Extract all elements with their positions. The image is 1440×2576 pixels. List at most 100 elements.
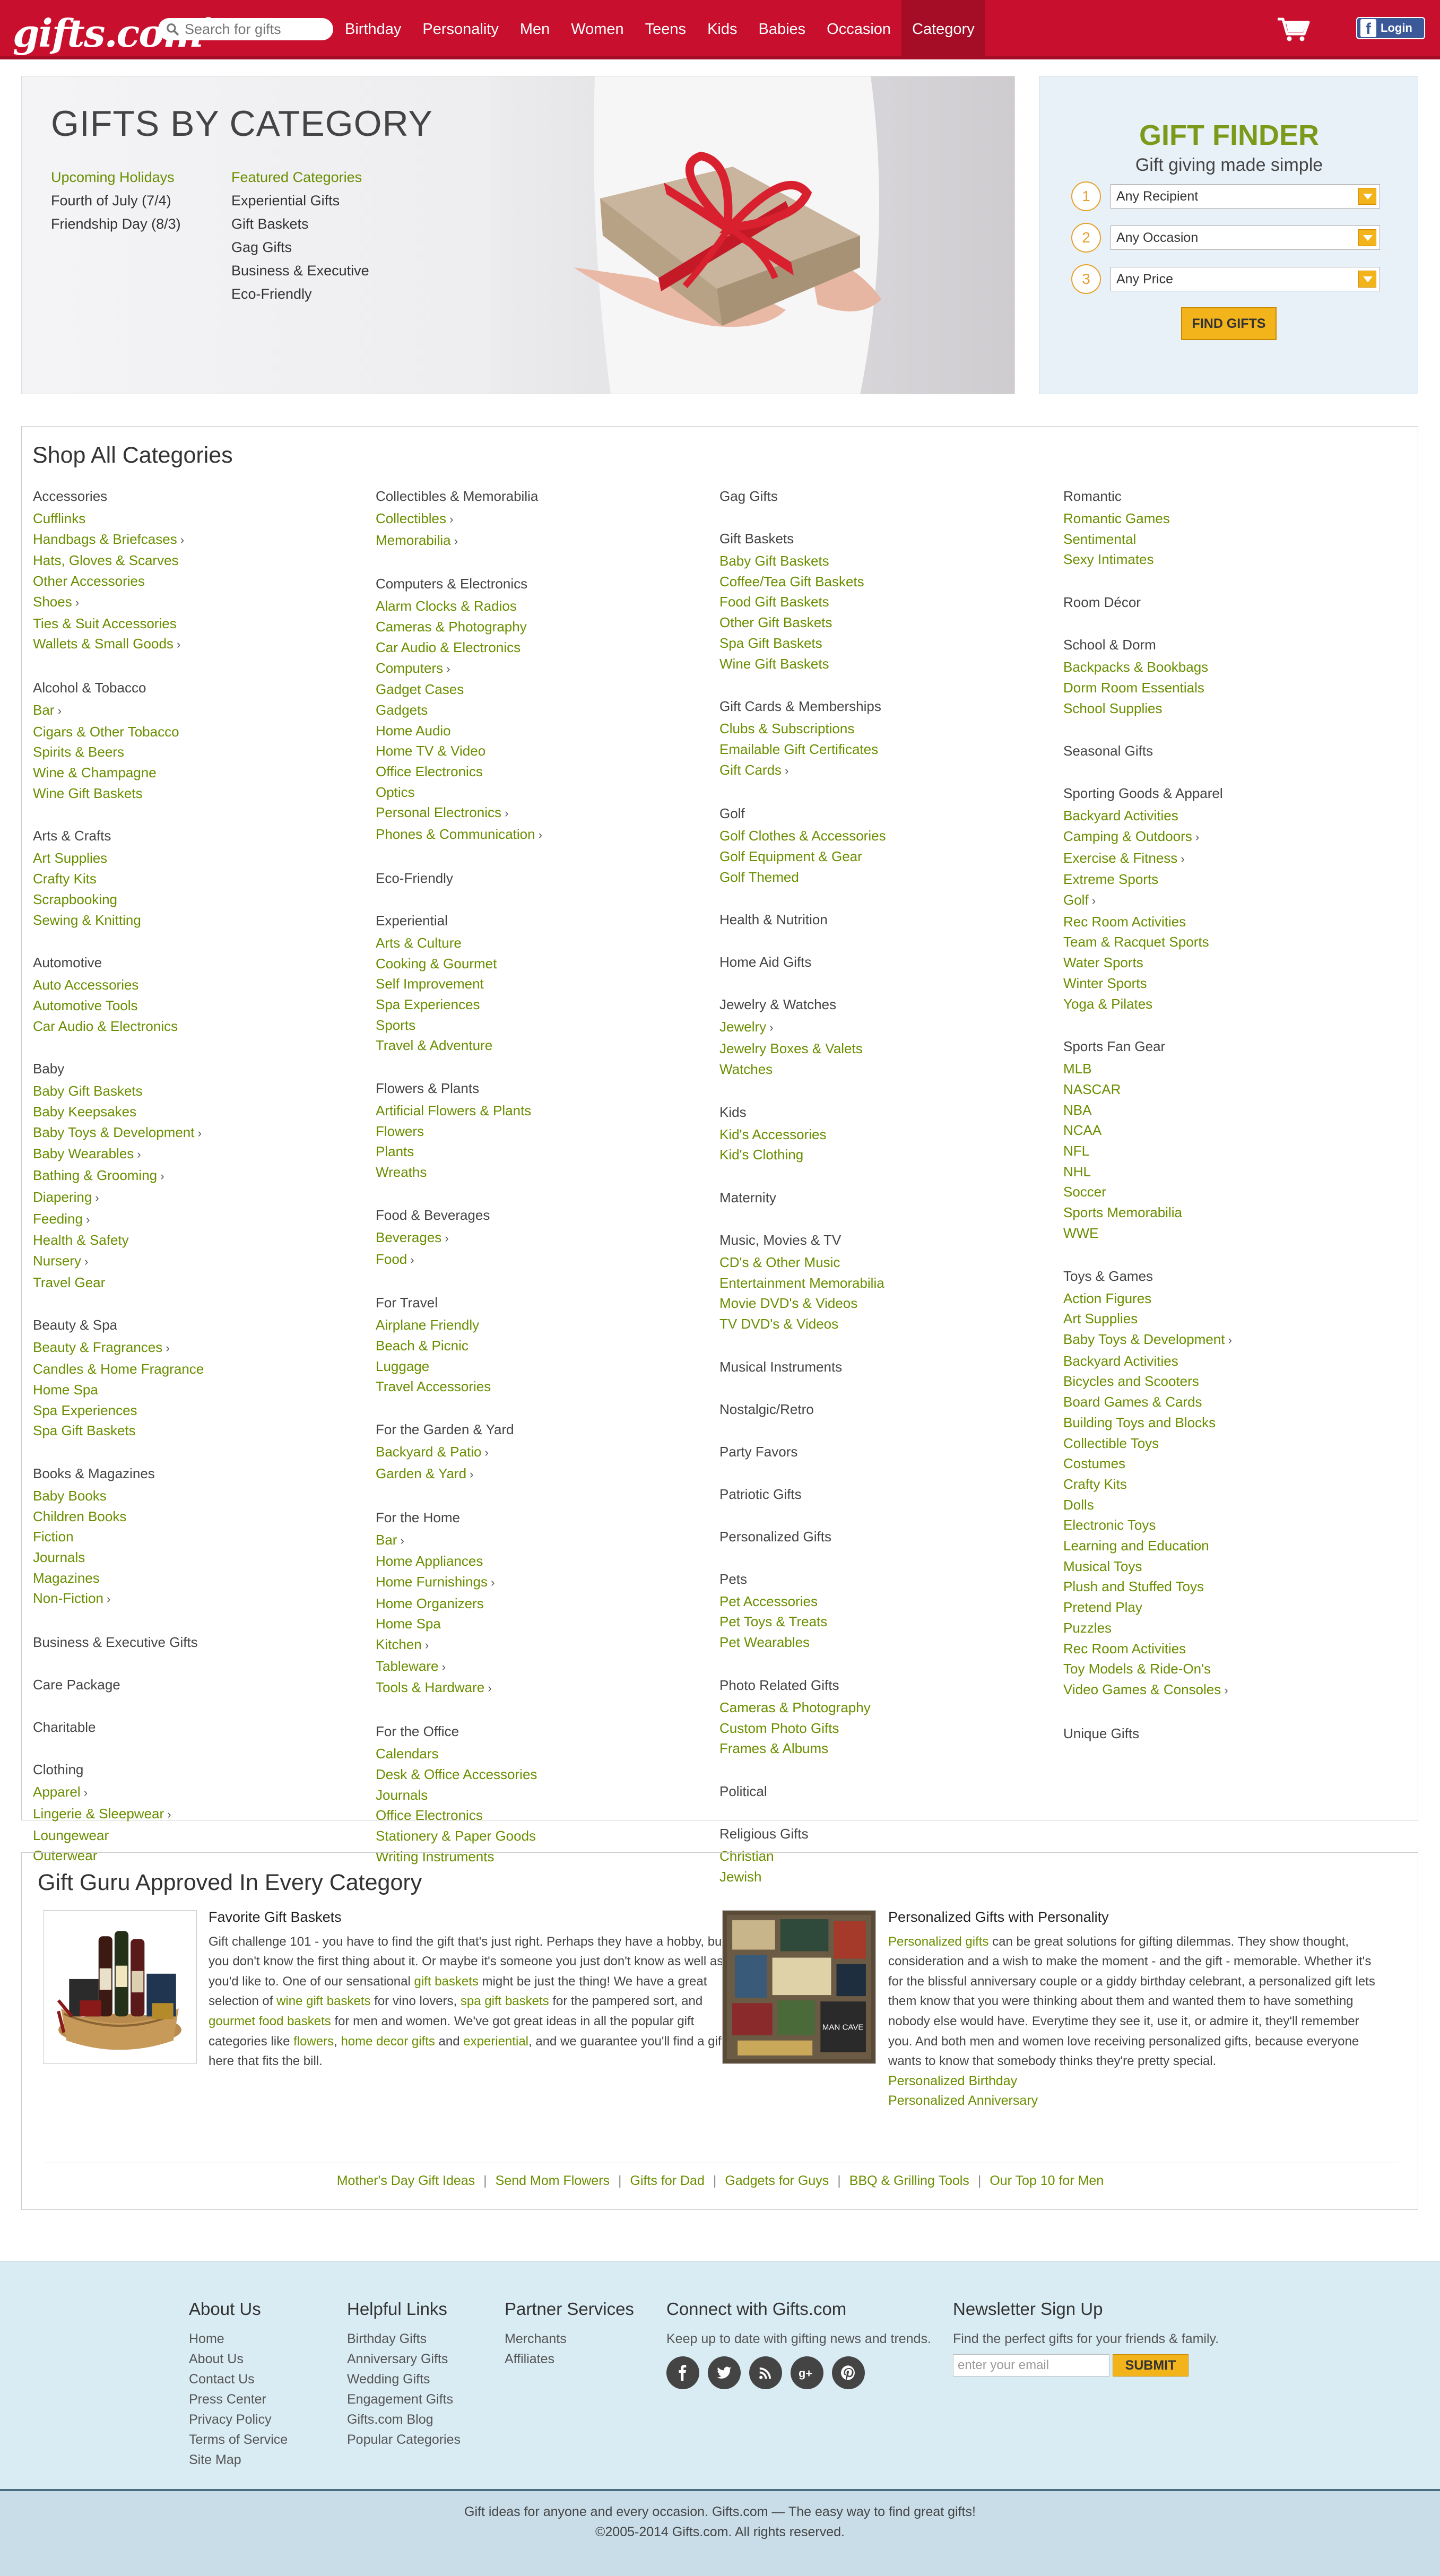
category-link[interactable]: Golf Clothes & Accessories: [719, 826, 1059, 846]
category-link[interactable]: Pet Wearables: [719, 1632, 1059, 1653]
personalized-gifts-image[interactable]: MAN CAVE: [722, 1910, 876, 2064]
category-heading[interactable]: Business & Executive Gifts: [33, 1632, 372, 1652]
category-link[interactable]: Sewing & Knitting: [33, 910, 372, 931]
category-link[interactable]: Home Furnishings ›: [376, 1572, 715, 1593]
category-link[interactable]: Art Supplies: [33, 848, 372, 869]
category-link[interactable]: NASCAR: [1063, 1079, 1403, 1100]
category-link[interactable]: Auto Accessories: [33, 975, 372, 995]
category-link[interactable]: Food ›: [376, 1249, 715, 1271]
category-link[interactable]: Coffee/Tea Gift Baskets: [719, 571, 1059, 592]
category-link[interactable]: Bar ›: [33, 700, 372, 722]
category-link[interactable]: Plants: [376, 1141, 715, 1162]
holiday-link[interactable]: Friendship Day (8/3): [51, 212, 181, 236]
category-link[interactable]: Luggage: [376, 1356, 715, 1377]
category-link[interactable]: Learning and Education: [1063, 1536, 1403, 1556]
promo-link[interactable]: Mother's Day Gift Ideas: [337, 2173, 475, 2188]
category-link[interactable]: Spa Gift Baskets: [719, 633, 1059, 654]
category-link[interactable]: Soccer: [1063, 1182, 1403, 1202]
wine-gift-baskets-link[interactable]: wine gift baskets: [276, 1994, 370, 2008]
category-link[interactable]: Memorabilia ›: [376, 530, 715, 552]
category-heading[interactable]: Photo Related Gifts: [719, 1675, 1059, 1695]
upcoming-holidays-heading[interactable]: Upcoming Holidays: [51, 166, 181, 189]
category-link[interactable]: Backpacks & Bookbags: [1063, 657, 1403, 678]
category-link[interactable]: Water Sports: [1063, 952, 1403, 973]
category-link[interactable]: Collectible Toys: [1063, 1433, 1403, 1454]
category-link[interactable]: Baby Books: [33, 1486, 372, 1506]
category-link[interactable]: Gadget Cases: [376, 679, 715, 700]
category-link[interactable]: Phones & Communication ›: [376, 824, 715, 846]
category-heading[interactable]: Political: [719, 1781, 1059, 1801]
footer-link[interactable]: Birthday Gifts: [347, 2329, 461, 2349]
footer-link[interactable]: Affiliates: [505, 2349, 634, 2369]
category-heading[interactable]: Accessories: [33, 486, 372, 506]
category-link[interactable]: Baby Gift Baskets: [33, 1081, 372, 1101]
promo-link[interactable]: Our Top 10 for Men: [990, 2173, 1104, 2188]
category-link[interactable]: Bicycles and Scooters: [1063, 1371, 1403, 1392]
holiday-link[interactable]: Fourth of July (7/4): [51, 189, 181, 212]
category-link[interactable]: Home Audio: [376, 721, 715, 741]
category-heading[interactable]: Music, Movies & TV: [719, 1230, 1059, 1250]
footer-link[interactable]: Site Map: [189, 2450, 288, 2470]
shopping-cart-icon[interactable]: [1277, 16, 1311, 42]
category-link[interactable]: Extreme Sports: [1063, 869, 1403, 890]
category-heading[interactable]: Alcohol & Tobacco: [33, 678, 372, 698]
footer-link[interactable]: Contact Us: [189, 2369, 288, 2389]
category-link[interactable]: Art Supplies: [1063, 1308, 1403, 1329]
category-link[interactable]: Children Books: [33, 1506, 372, 1527]
gift-basket-image[interactable]: [43, 1910, 197, 2064]
category-link[interactable]: Kid's Clothing: [719, 1144, 1059, 1165]
category-link[interactable]: Board Games & Cards: [1063, 1392, 1403, 1412]
search-input[interactable]: [185, 21, 323, 38]
category-link[interactable]: Spirits & Beers: [33, 742, 372, 762]
category-link[interactable]: Candles & Home Fragrance: [33, 1359, 372, 1380]
category-link[interactable]: Tableware ›: [376, 1656, 715, 1678]
category-link[interactable]: Video Games & Consoles ›: [1063, 1679, 1403, 1701]
footer-link[interactable]: Engagement Gifts: [347, 2389, 461, 2409]
category-heading[interactable]: For the Garden & Yard: [376, 1419, 715, 1439]
google-plus-icon[interactable]: g+: [791, 2356, 823, 2389]
category-link[interactable]: Diapering ›: [33, 1187, 372, 1209]
category-link[interactable]: Travel & Adventure: [376, 1035, 715, 1056]
category-link[interactable]: Cooking & Gourmet: [376, 953, 715, 974]
category-heading[interactable]: Religious Gifts: [719, 1824, 1059, 1844]
category-link[interactable]: Artificial Flowers & Plants: [376, 1100, 715, 1121]
category-link[interactable]: Alarm Clocks & Radios: [376, 596, 715, 617]
category-link[interactable]: Flowers: [376, 1121, 715, 1142]
footer-link[interactable]: Merchants: [505, 2329, 634, 2349]
category-link[interactable]: Cameras & Photography: [719, 1697, 1059, 1718]
category-link[interactable]: Watches: [719, 1059, 1059, 1080]
category-link[interactable]: Bar ›: [376, 1530, 715, 1551]
category-link[interactable]: Stationery & Paper Goods: [376, 1826, 715, 1846]
category-heading[interactable]: Party Favors: [719, 1442, 1059, 1462]
category-heading[interactable]: Flowers & Plants: [376, 1078, 715, 1098]
category-link[interactable]: Office Electronics: [376, 1805, 715, 1826]
promo-link[interactable]: Gadgets for Guys: [725, 2173, 829, 2188]
category-link[interactable]: Gift Cards ›: [719, 760, 1059, 782]
category-heading[interactable]: Experiential: [376, 910, 715, 931]
category-link[interactable]: Handbags & Briefcases ›: [33, 529, 372, 551]
category-heading[interactable]: Gift Cards & Memberships: [719, 696, 1059, 716]
category-link[interactable]: Baby Keepsakes: [33, 1101, 372, 1122]
category-link[interactable]: Nursery ›: [33, 1251, 372, 1272]
category-heading[interactable]: Baby: [33, 1059, 372, 1079]
personalized-gifts-link[interactable]: Personalized gifts: [888, 1935, 988, 1949]
category-link[interactable]: Computers ›: [376, 658, 715, 680]
find-gifts-button[interactable]: FIND GIFTS: [1181, 307, 1277, 340]
category-link[interactable]: Jewelry Boxes & Valets: [719, 1038, 1059, 1059]
category-heading[interactable]: Seasonal Gifts: [1063, 741, 1403, 761]
category-link[interactable]: Yoga & Pilates: [1063, 994, 1403, 1014]
category-heading[interactable]: Jewelry & Watches: [719, 994, 1059, 1014]
category-link[interactable]: Self Improvement: [376, 974, 715, 994]
category-link[interactable]: Collectibles ›: [376, 508, 715, 530]
category-link[interactable]: Jewelry ›: [719, 1017, 1059, 1038]
category-link[interactable]: Arts & Culture: [376, 933, 715, 953]
category-heading[interactable]: Musical Instruments: [719, 1357, 1059, 1377]
category-link[interactable]: Sports: [376, 1015, 715, 1036]
category-link[interactable]: Sexy Intimates: [1063, 549, 1403, 570]
category-link[interactable]: Loungewear: [33, 1825, 372, 1846]
category-link[interactable]: Golf Themed: [719, 867, 1059, 888]
category-link[interactable]: Baby Wearables ›: [33, 1143, 372, 1165]
category-link[interactable]: Baby Gift Baskets: [719, 551, 1059, 571]
category-heading[interactable]: Health & Nutrition: [719, 909, 1059, 930]
promo-link[interactable]: Gifts for Dad: [630, 2173, 705, 2188]
